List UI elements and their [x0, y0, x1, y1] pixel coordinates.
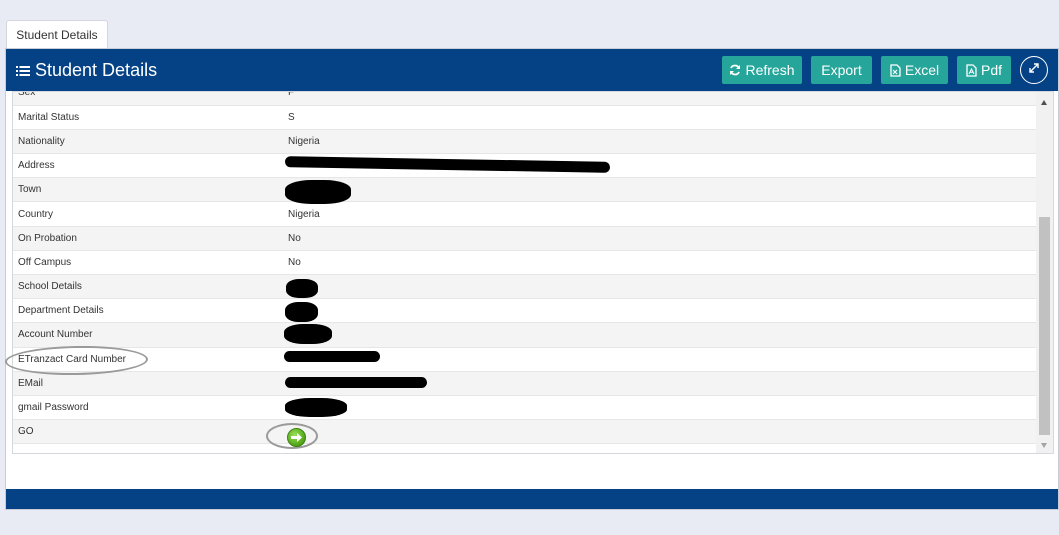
- table-row: Marital Status S: [13, 105, 1036, 130]
- row-label: Address: [13, 153, 283, 179]
- expand-button[interactable]: [1020, 56, 1048, 84]
- row-value: Nigeria: [283, 201, 1036, 227]
- row-value: [283, 177, 1036, 203]
- export-button[interactable]: Export: [811, 56, 872, 84]
- row-value: No: [283, 226, 1036, 251]
- row-label: EMail: [13, 371, 283, 396]
- row-value: [283, 419, 1036, 445]
- row-value: Nigeria: [283, 129, 1036, 155]
- export-label: Export: [821, 62, 862, 78]
- redaction-mark: [285, 377, 427, 388]
- redaction-mark: [284, 351, 380, 362]
- table-row: Sex F: [13, 92, 1036, 106]
- list-icon: [16, 60, 30, 81]
- excel-file-icon: [890, 63, 901, 77]
- scroll-up-arrow-icon[interactable]: [1041, 100, 1047, 105]
- panel-footer: [6, 489, 1058, 509]
- row-value: S: [283, 105, 1036, 130]
- row-value: [283, 347, 1036, 372]
- arrow-right-icon: [291, 429, 302, 447]
- redaction-mark: [286, 279, 318, 298]
- pdf-button[interactable]: Pdf: [957, 56, 1011, 84]
- row-value: [283, 395, 1036, 421]
- scroll-down-arrow-icon[interactable]: [1041, 443, 1047, 448]
- table-row: Town: [13, 177, 1036, 203]
- row-label: Sex: [13, 92, 283, 106]
- table-row: Off Campus No: [13, 250, 1036, 276]
- table-row: Department Details: [13, 298, 1036, 324]
- row-value: [283, 298, 1036, 324]
- row-label: Marital Status: [13, 105, 283, 130]
- row-label: Off Campus: [13, 250, 283, 276]
- scroll-thumb[interactable]: [1039, 217, 1050, 435]
- expand-icon: [1028, 61, 1040, 79]
- table-row: Nationality Nigeria: [13, 129, 1036, 155]
- pdf-label: Pdf: [980, 62, 1002, 78]
- details-table: Sex F Marital Status S Nationality Nigeria Add…: [13, 92, 1036, 445]
- vertical-scrollbar[interactable]: [1036, 92, 1053, 453]
- excel-label: Excel: [904, 62, 940, 78]
- row-label: School Details: [13, 274, 283, 300]
- row-label: On Probation: [13, 226, 283, 251]
- row-value: No: [283, 250, 1036, 276]
- redaction-mark: [284, 324, 332, 344]
- row-label: Town: [13, 177, 283, 203]
- table-row: On Probation No: [13, 226, 1036, 251]
- redaction-mark: [285, 302, 318, 322]
- table-row: Country Nigeria: [13, 201, 1036, 227]
- student-details-panel: Student Details Refresh Export Excel Pdf…: [5, 48, 1059, 510]
- row-value: [283, 274, 1036, 300]
- go-button[interactable]: [287, 428, 306, 447]
- table-row: Account Number: [13, 322, 1036, 348]
- pdf-file-icon: [966, 63, 977, 77]
- refresh-icon: [729, 64, 741, 76]
- refresh-button[interactable]: Refresh: [722, 56, 802, 84]
- tab-student-details[interactable]: Student Details: [6, 20, 108, 49]
- row-label: Department Details: [13, 298, 283, 324]
- row-label: Nationality: [13, 129, 283, 155]
- table-row: ETranzact Card Number: [13, 347, 1036, 372]
- page-title: Student Details: [35, 59, 158, 80]
- excel-button[interactable]: Excel: [881, 56, 948, 84]
- panel-title: Student Details: [16, 60, 157, 81]
- tab-label: Student Details: [16, 28, 98, 42]
- row-value: [283, 322, 1036, 348]
- table-row: GO: [13, 419, 1036, 445]
- table-row: EMail: [13, 371, 1036, 396]
- row-label: GO: [13, 419, 283, 445]
- row-value: F: [283, 92, 1036, 106]
- redaction-mark: [285, 180, 351, 204]
- details-table-container[interactable]: Sex F Marital Status S Nationality Nigeria Add…: [12, 91, 1054, 454]
- row-label: gmail Password: [13, 395, 283, 421]
- table-row: gmail Password: [13, 395, 1036, 421]
- row-label: Account Number: [13, 322, 283, 348]
- row-label: Country: [13, 201, 283, 227]
- refresh-label: Refresh: [745, 62, 795, 78]
- panel-header: Student Details Refresh Export Excel Pdf: [6, 49, 1058, 91]
- redaction-mark: [285, 398, 347, 417]
- table-row: School Details: [13, 274, 1036, 300]
